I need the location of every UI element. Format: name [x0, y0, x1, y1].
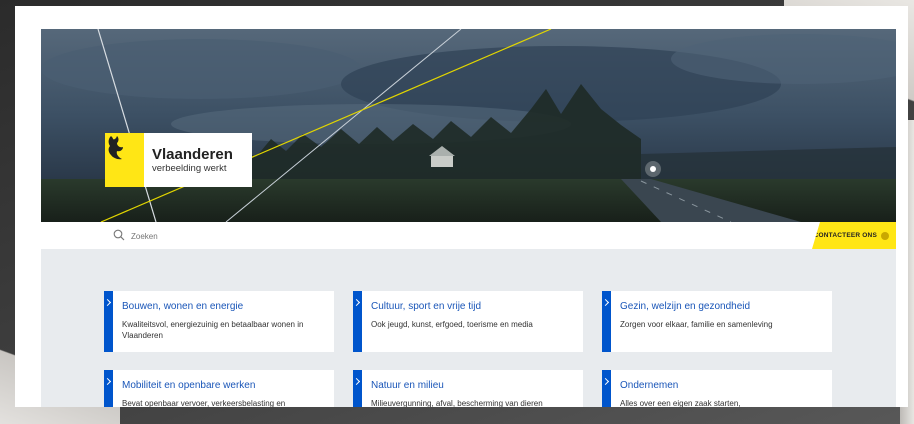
tile-mobiliteit-openbare-werken[interactable]: Mobiliteit en openbare werken Bevat open…	[103, 370, 334, 407]
tile-description: Alles over een eigen zaak starten,	[620, 399, 741, 407]
tile-marker	[601, 370, 611, 407]
tile-natuur-milieu[interactable]: Natuur en milieu Milieuvergunning, afval…	[352, 370, 583, 407]
brand-logo[interactable]: Vlaanderen verbeelding werkt	[105, 133, 252, 187]
tile-bouwen-wonen-energie[interactable]: Bouwen, wonen en energie Kwaliteitsvol, …	[103, 291, 334, 352]
tile-title[interactable]: Natuur en milieu	[371, 380, 577, 392]
brand-tagline: verbeelding werkt	[152, 162, 227, 174]
tile-marker	[352, 291, 362, 352]
chevron-right-icon	[601, 377, 610, 386]
tile-marker	[601, 291, 611, 352]
browser-screen: Vlaanderen verbeelding werkt CONTACTEER …	[15, 6, 908, 407]
contact-button[interactable]: CONTACTEER ONS	[812, 222, 896, 249]
question-icon	[881, 231, 889, 240]
chevron-right-icon	[601, 298, 610, 307]
tile-description: Ook jeugd, kunst, erfgoed, toerisme en m…	[371, 320, 533, 329]
hero-landscape-image	[41, 29, 896, 222]
tile-description: Bevat openbaar vervoer, verkeersbelastin…	[122, 399, 286, 407]
tile-marker	[103, 370, 113, 407]
tile-description: Milieuvergunning, afval, bescherming van…	[371, 399, 543, 407]
search-bar: CONTACTEER ONS	[41, 222, 896, 249]
tile-cultuur-sport-vrije-tijd[interactable]: Cultuur, sport en vrije tijd Ook jeugd, …	[352, 291, 583, 352]
contact-label: CONTACTEER ONS	[813, 232, 877, 239]
tile-title[interactable]: Mobiliteit en openbare werken	[122, 380, 328, 392]
tile-description: Zorgen voor elkaar, familie en samenlevi…	[620, 320, 773, 329]
tile-gezin-welzijn-gezondheid[interactable]: Gezin, welzijn en gezondheid Zorgen voor…	[601, 291, 832, 352]
tile-description: Kwaliteitsvol, energiezuinig en betaalba…	[122, 320, 304, 340]
search-icon[interactable]	[113, 229, 125, 241]
tile-title[interactable]: Cultuur, sport en vrije tijd	[371, 301, 577, 313]
tile-ondernemen[interactable]: Ondernemen Alles over een eigen zaak sta…	[601, 370, 832, 407]
chevron-right-icon	[103, 298, 112, 307]
hero-banner: Vlaanderen verbeelding werkt	[41, 29, 896, 222]
chevron-right-icon	[352, 377, 361, 386]
tile-title[interactable]: Gezin, welzijn en gezondheid	[620, 301, 826, 313]
category-grid: Bouwen, wonen en energie Kwaliteitsvol, …	[41, 249, 896, 407]
lion-icon	[105, 133, 144, 187]
tile-marker	[103, 291, 113, 352]
tile-title[interactable]: Ondernemen	[620, 380, 826, 392]
chevron-right-icon	[352, 298, 361, 307]
chevron-right-icon	[103, 377, 112, 386]
tile-marker	[352, 370, 362, 407]
search-input[interactable]	[131, 228, 351, 244]
brand-name: Vlaanderen	[152, 145, 233, 163]
tile-title[interactable]: Bouwen, wonen en energie	[122, 301, 328, 313]
brand-text: Vlaanderen verbeelding werkt	[144, 146, 233, 175]
